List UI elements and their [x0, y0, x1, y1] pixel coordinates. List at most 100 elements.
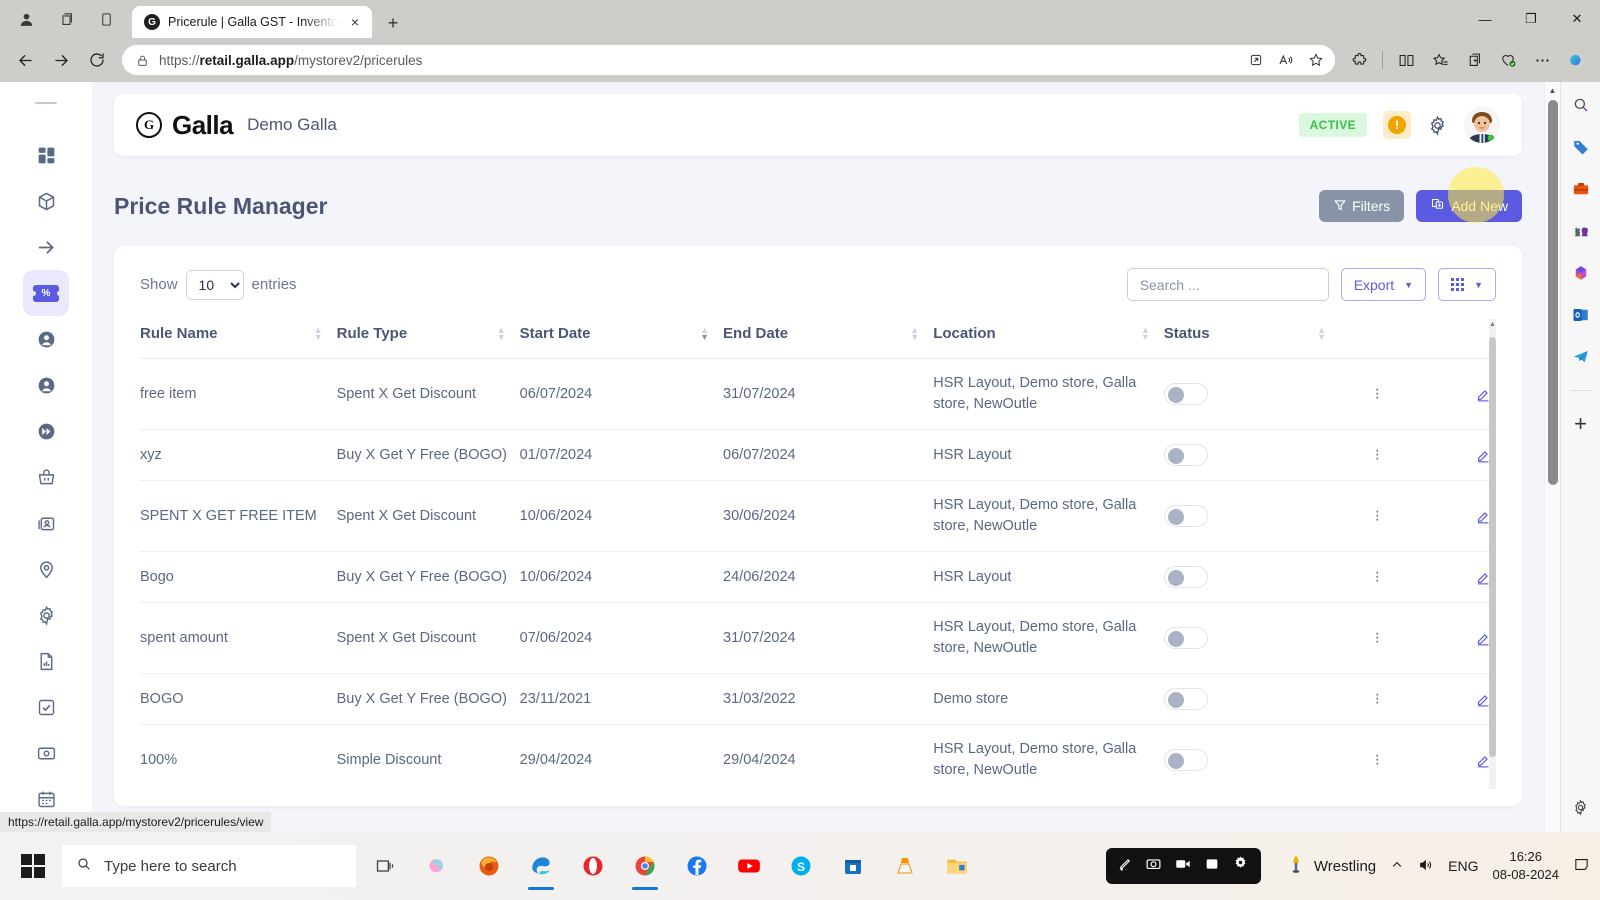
alerts-button[interactable]: !: [1383, 111, 1411, 139]
edit-pencil-icon[interactable]: [1415, 386, 1496, 403]
user-avatar[interactable]: [1464, 107, 1500, 143]
close-window-button[interactable]: ✕: [1554, 0, 1600, 38]
copilot-taskbar-icon[interactable]: [414, 840, 460, 892]
shopping-tag-icon[interactable]: [1568, 134, 1594, 160]
table-row[interactable]: Bogo Buy X Get Y Free (BOGO) 10/06/2024 24/…: [140, 551, 1496, 604]
page-scroll-thumb[interactable]: [1548, 100, 1558, 485]
row-menu-icon[interactable]: · · ·: [1340, 443, 1415, 467]
sort-indicator-icon[interactable]: ▲ ▼: [910, 325, 919, 341]
table-scroll-thumb[interactable]: [1489, 337, 1496, 757]
sidebar-item-quick-actions[interactable]: [23, 408, 69, 454]
column-header-rule-type[interactable]: Rule Type ▲ ▼: [336, 319, 520, 359]
column-header-end-date[interactable]: End Date ▲ ▼: [723, 319, 934, 359]
page-scrollbar[interactable]: ▲: [1544, 82, 1560, 832]
sort-indicator-icon[interactable]: ▲ ▼: [497, 325, 506, 341]
sidebar-item-contacts[interactable]: [23, 500, 69, 546]
open-in-app-icon[interactable]: [1241, 47, 1271, 73]
row-menu-icon[interactable]: · · ·: [1340, 687, 1415, 711]
sort-indicator-icon[interactable]: ▲ ▼: [1141, 325, 1150, 341]
status-toggle[interactable]: [1163, 749, 1208, 772]
volume-icon[interactable]: [1418, 857, 1434, 876]
forward-icon[interactable]: [44, 43, 78, 77]
tray-expand-icon[interactable]: [1390, 858, 1404, 875]
browser-essentials-icon[interactable]: [1492, 44, 1524, 76]
task-view-icon[interactable]: [362, 840, 408, 892]
export-button[interactable]: Export ▼: [1340, 268, 1427, 301]
profile-icon[interactable]: [6, 0, 46, 38]
status-toggle[interactable]: [1163, 627, 1208, 650]
maximize-button[interactable]: ❐: [1508, 0, 1554, 38]
add-new-button[interactable]: Add New: [1416, 190, 1522, 222]
language-indicator[interactable]: ENG: [1448, 858, 1478, 874]
browser-tab[interactable]: G Pricerule | Galla GST - Inventory S ×: [132, 6, 372, 38]
column-visibility-button[interactable]: ▼: [1438, 268, 1496, 301]
favorites-icon[interactable]: [1424, 44, 1456, 76]
back-icon[interactable]: [8, 43, 42, 77]
notifications-icon[interactable]: [1573, 856, 1590, 876]
tab-close-icon[interactable]: ×: [346, 14, 364, 30]
taskbar-search[interactable]: Type here to search: [62, 845, 356, 887]
new-tab-button[interactable]: +: [378, 8, 408, 38]
table-row[interactable]: 100% Simple Discount 29/04/2024 29/04/2024 H…: [140, 724, 1496, 789]
vlc-icon[interactable]: [882, 840, 928, 892]
status-toggle[interactable]: [1163, 505, 1208, 528]
page-scroll-up-arrow[interactable]: ▲: [1545, 82, 1560, 98]
sidebar-item-orders[interactable]: [23, 454, 69, 500]
row-menu-icon[interactable]: · · ·: [1340, 626, 1415, 650]
status-toggle[interactable]: [1163, 383, 1208, 406]
row-menu-icon[interactable]: · · ·: [1340, 748, 1415, 772]
filters-button[interactable]: Filters: [1319, 190, 1405, 222]
column-header-rule-name[interactable]: Rule Name ▲ ▼: [140, 319, 337, 359]
read-aloud-icon[interactable]: [1271, 47, 1301, 73]
sidebar-item-price-rules[interactable]: %: [23, 270, 69, 316]
table-row[interactable]: BOGO Buy X Get Y Free (BOGO) 23/11/2021 31/…: [140, 673, 1496, 726]
table-row[interactable]: SPENT X GET FREE ITEM Spent X Get Discoun…: [140, 480, 1496, 553]
table-vertical-scrollbar[interactable]: ▲: [1489, 319, 1496, 789]
sort-indicator-icon[interactable]: ▲ ▼: [1317, 325, 1326, 341]
sidebar-item-customers[interactable]: [23, 316, 69, 362]
tools-icon[interactable]: [1568, 176, 1594, 202]
firefox-icon[interactable]: [466, 840, 512, 892]
outlook-icon[interactable]: [1568, 302, 1594, 328]
split-screen-icon[interactable]: [1390, 44, 1422, 76]
edit-pencil-icon[interactable]: [1415, 752, 1496, 769]
row-menu-icon[interactable]: · · ·: [1340, 565, 1415, 589]
column-header-start-date[interactable]: Start Date ▲ ▼: [519, 319, 724, 359]
sort-indicator-icon[interactable]: ▲ ▼: [314, 325, 323, 341]
edit-pencil-icon[interactable]: [1415, 569, 1496, 586]
extensions-icon[interactable]: [1343, 44, 1375, 76]
add-sidebar-app-icon[interactable]: +: [1568, 411, 1594, 437]
row-menu-icon[interactable]: · · ·: [1340, 382, 1415, 406]
header-gear-icon[interactable]: [1427, 115, 1448, 136]
youtube-icon[interactable]: [726, 840, 772, 892]
table-row[interactable]: spent amount Spent X Get Discount 07/06/20…: [140, 602, 1496, 675]
games-icon[interactable]: [1568, 218, 1594, 244]
table-row[interactable]: xyz Buy X Get Y Free (BOGO) 01/07/2024 06/0…: [140, 429, 1496, 482]
telegram-icon[interactable]: [1568, 344, 1594, 370]
scroll-up-arrow[interactable]: ▲: [1489, 321, 1496, 328]
favorite-star-icon[interactable]: [1301, 47, 1331, 73]
tab-collections-icon[interactable]: [46, 0, 86, 38]
sort-indicator-icon[interactable]: ▲ ▼: [700, 325, 709, 341]
screen-capture-toolbar[interactable]: [1106, 848, 1261, 884]
collections-icon[interactable]: [1458, 44, 1490, 76]
sidebar-settings-gear-icon[interactable]: [1568, 794, 1594, 820]
search-icon[interactable]: [1568, 92, 1594, 118]
edit-pencil-icon[interactable]: [1415, 508, 1496, 525]
taskbar-weather[interactable]: Wrestling: [1286, 853, 1376, 879]
start-button[interactable]: [10, 843, 56, 889]
opera-icon[interactable]: [570, 840, 616, 892]
column-header-status[interactable]: Status ▲ ▼: [1163, 319, 1340, 359]
row-menu-icon[interactable]: · · ·: [1340, 504, 1415, 528]
window-icon[interactable]: [1204, 856, 1220, 877]
search-input[interactable]: [1126, 268, 1329, 301]
microsoft-store-icon[interactable]: [830, 840, 876, 892]
sidebar-item-inventory[interactable]: [23, 178, 69, 224]
status-toggle[interactable]: [1163, 688, 1208, 711]
more-options-icon[interactable]: [1526, 44, 1558, 76]
sidebar-collapse-handle[interactable]: [35, 102, 57, 104]
facebook-icon[interactable]: [674, 840, 720, 892]
vertical-tabs-icon[interactable]: [86, 0, 126, 38]
edge-taskbar-icon[interactable]: [518, 840, 564, 892]
sidebar-item-staff[interactable]: [23, 362, 69, 408]
